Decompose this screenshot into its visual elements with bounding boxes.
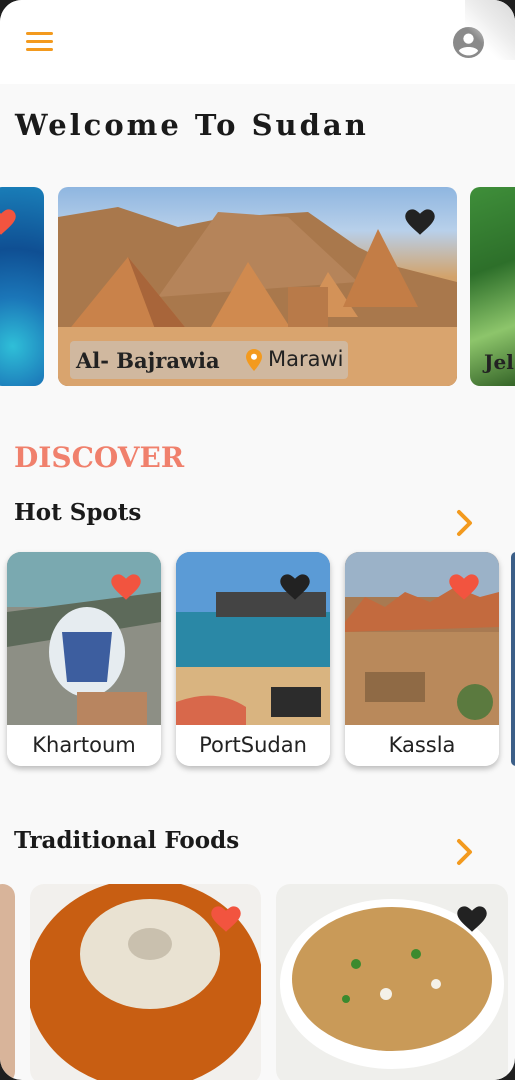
food-card-asida[interactable]: [30, 884, 261, 1080]
featured-caption: Al- Bajrawia Marawi: [70, 341, 348, 379]
hot-spot-label: Khartoum: [7, 725, 161, 766]
location-pin-icon: [246, 349, 262, 371]
heart-icon[interactable]: [111, 574, 141, 601]
heart-icon[interactable]: [457, 906, 487, 933]
heart-icon[interactable]: [405, 209, 435, 236]
app-screen: Welcome To Sudan Al- Bajrawia Marawi Jel…: [0, 0, 515, 1080]
welcome-title: Welcome To Sudan: [15, 108, 369, 142]
app-bar: [0, 0, 515, 84]
featured-name: Al- Bajrawia: [76, 348, 220, 373]
traditional-foods-title: Traditional Foods: [14, 827, 240, 854]
discover-heading: DISCOVER: [14, 441, 185, 474]
chevron-right-icon[interactable]: [455, 838, 475, 866]
hot-spot-card-partial[interactable]: [511, 552, 515, 766]
heart-icon[interactable]: [211, 906, 241, 933]
heart-icon[interactable]: [280, 574, 310, 601]
food-card-partial[interactable]: [0, 884, 15, 1080]
hot-spot-card-khartoum[interactable]: Khartoum: [7, 552, 161, 766]
featured-location: Marawi: [268, 347, 344, 371]
hot-spot-card-portsudan[interactable]: PortSudan: [176, 552, 330, 766]
hot-spots-title: Hot Spots: [14, 499, 142, 526]
chevron-right-icon[interactable]: [455, 509, 475, 537]
featured-card-al-bajrawia[interactable]: Al- Bajrawia Marawi: [58, 187, 457, 386]
heart-icon[interactable]: [449, 574, 479, 601]
hot-spot-card-kassla[interactable]: Kassla: [345, 552, 499, 766]
hot-spot-label: PortSudan: [176, 725, 330, 766]
featured-card-partial-right[interactable]: Jel: [470, 187, 515, 386]
featured-card-partial-left[interactable]: [0, 187, 44, 386]
menu-icon[interactable]: [26, 32, 53, 52]
food-card-salad[interactable]: [276, 884, 508, 1080]
heart-icon[interactable]: [0, 209, 16, 236]
featured-partial-name: Jel: [484, 350, 514, 374]
hot-spot-label: Kassla: [345, 725, 499, 766]
